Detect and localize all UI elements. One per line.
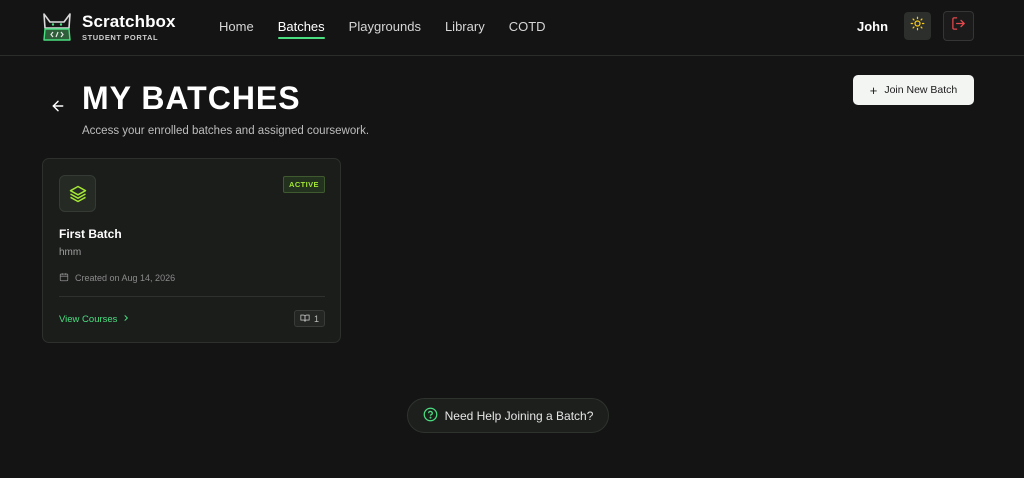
nav-item-playgrounds[interactable]: Playgrounds: [349, 0, 421, 56]
view-courses-link[interactable]: View Courses: [59, 314, 130, 325]
view-courses-label: View Courses: [59, 314, 118, 325]
user-name: John: [857, 19, 889, 34]
chevron-right-icon: [117, 314, 130, 325]
page-subtitle: Access your enrolled batches and assigne…: [82, 125, 370, 137]
nav-item-library[interactable]: Library: [445, 0, 485, 56]
course-count-badge: 1: [294, 310, 325, 327]
nav-item-cotd[interactable]: COTD: [509, 0, 546, 56]
nav-item-home[interactable]: Home: [219, 0, 254, 56]
status-badge: ACTIVE: [283, 176, 325, 193]
created-date-text: Created on Aug 14, 2026: [75, 273, 176, 283]
top-navigation-bar: Scratchbox STUDENT PORTAL Home Batches P…: [0, 0, 1024, 56]
brand-name: Scratchbox: [82, 12, 176, 31]
plus-icon: +: [869, 82, 878, 98]
logout-icon: [951, 16, 966, 36]
help-joining-batch-button[interactable]: Need Help Joining a Batch?: [407, 398, 609, 433]
batch-description: hmm: [59, 247, 82, 258]
question-circle-icon: [423, 407, 445, 425]
theme-toggle-button[interactable]: [904, 12, 931, 40]
course-count-value: 1: [313, 313, 319, 324]
sun-icon: [910, 16, 925, 36]
batch-card[interactable]: ACTIVE First Batch hmm Created on Aug 14…: [42, 158, 341, 343]
page-title: MY BATCHES: [82, 80, 301, 116]
nav-item-batches[interactable]: Batches: [277, 0, 325, 56]
cat-laptop-logo-icon[interactable]: [40, 10, 74, 44]
calendar-icon: [59, 272, 75, 284]
main-nav: Home Batches Playgrounds Library COTD: [219, 0, 570, 56]
join-new-batch-button[interactable]: + Join New Batch: [853, 75, 974, 105]
logout-button[interactable]: [943, 11, 974, 41]
layers-icon: [59, 175, 96, 212]
card-divider: [59, 296, 325, 297]
book-open-icon: [300, 313, 314, 325]
batch-title: First Batch: [59, 227, 122, 241]
join-new-batch-label: Join New Batch: [884, 84, 958, 96]
batch-created-date: Created on Aug 14, 2026: [59, 272, 175, 284]
brand-subtitle: STUDENT PORTAL: [82, 33, 159, 42]
help-label: Need Help Joining a Batch?: [444, 408, 594, 423]
arrow-left-icon[interactable]: [50, 98, 66, 114]
